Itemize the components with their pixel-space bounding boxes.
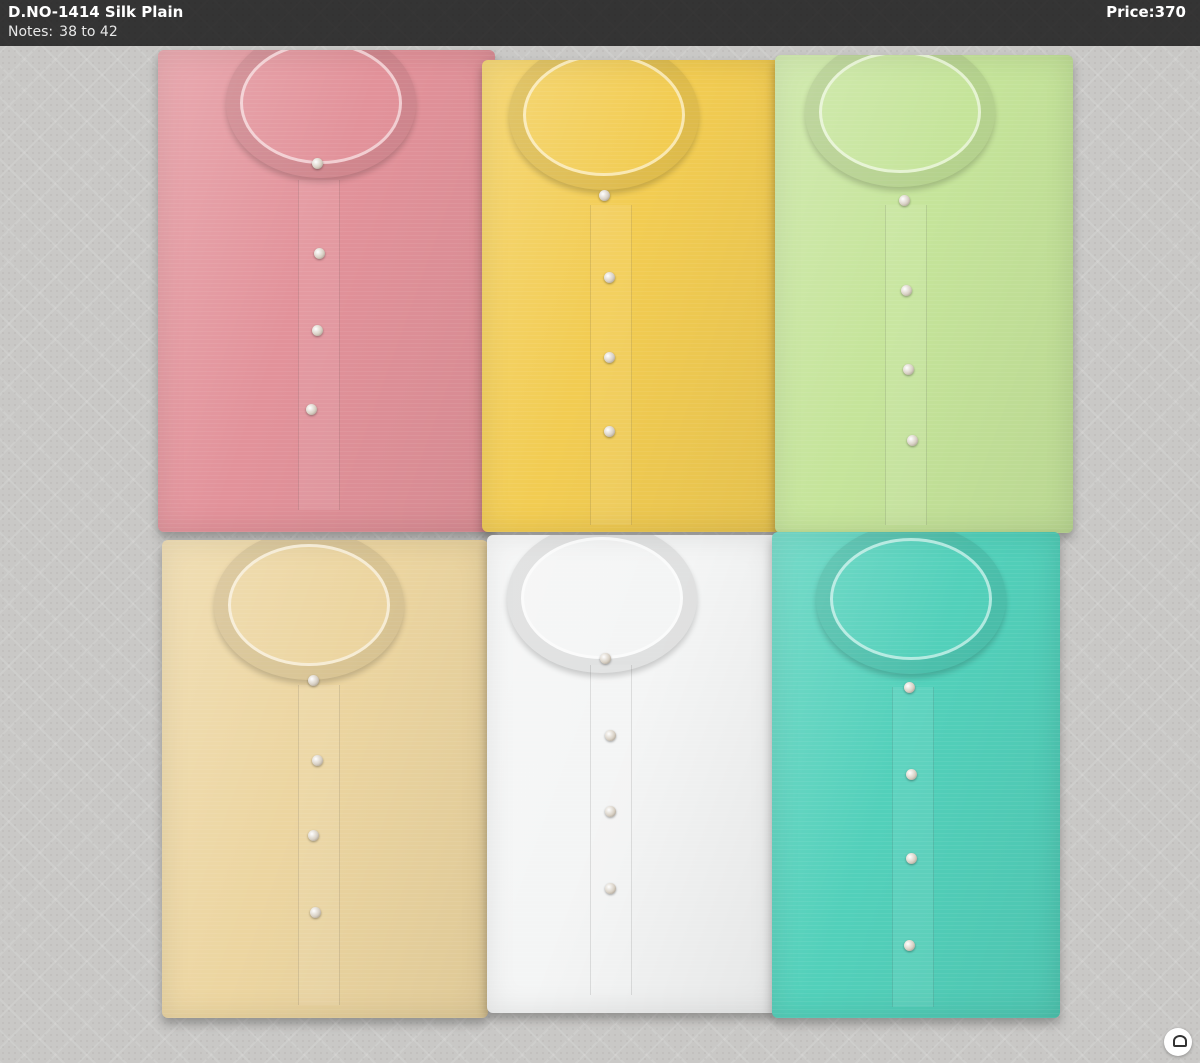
price-label: Price:370 — [1106, 3, 1186, 21]
button-icon — [600, 653, 611, 664]
button-icon — [310, 907, 321, 918]
button-icon — [308, 830, 319, 841]
button-icon — [901, 285, 912, 296]
kurta-pink — [158, 50, 495, 532]
button-icon — [899, 195, 910, 206]
button-icon — [605, 730, 616, 741]
button-icon — [605, 883, 616, 894]
button-icon — [312, 158, 323, 169]
button-icon — [605, 806, 616, 817]
notes-label: Notes: — [8, 24, 54, 40]
button-icon — [604, 352, 615, 363]
button-icon — [604, 272, 615, 283]
button-icon — [308, 675, 319, 686]
button-placket — [590, 205, 632, 525]
kurta-beige — [162, 540, 488, 1018]
collar — [805, 55, 995, 187]
collar — [509, 60, 699, 190]
button-placket — [298, 685, 340, 1005]
kurta-yellow — [482, 60, 782, 532]
collar — [816, 532, 1006, 674]
button-icon — [604, 426, 615, 437]
product-title: D.NO-1414 Silk Plain — [8, 3, 184, 21]
button-icon — [904, 940, 915, 951]
button-icon — [906, 853, 917, 864]
header-bar: D.NO-1414 Silk Plain Notes: 38 to 42 Pric… — [0, 0, 1200, 46]
collar — [214, 540, 404, 680]
kurta-pista-green — [775, 55, 1073, 533]
kurta-sea-green — [772, 532, 1060, 1018]
size-range: 38 to 42 — [59, 24, 118, 40]
button-icon — [306, 404, 317, 415]
button-icon — [314, 248, 325, 259]
collar — [507, 535, 697, 673]
kurta-white — [487, 535, 777, 1013]
button-icon — [904, 682, 915, 693]
button-placket — [892, 687, 934, 1007]
brand-logo-icon — [1164, 1028, 1192, 1056]
button-icon — [599, 190, 610, 201]
notes-line: Notes: 38 to 42 — [8, 24, 118, 40]
button-placket — [298, 180, 340, 510]
button-icon — [312, 325, 323, 336]
button-placket — [590, 665, 632, 995]
button-icon — [312, 755, 323, 766]
button-icon — [903, 364, 914, 375]
button-icon — [906, 769, 917, 780]
button-icon — [907, 435, 918, 446]
